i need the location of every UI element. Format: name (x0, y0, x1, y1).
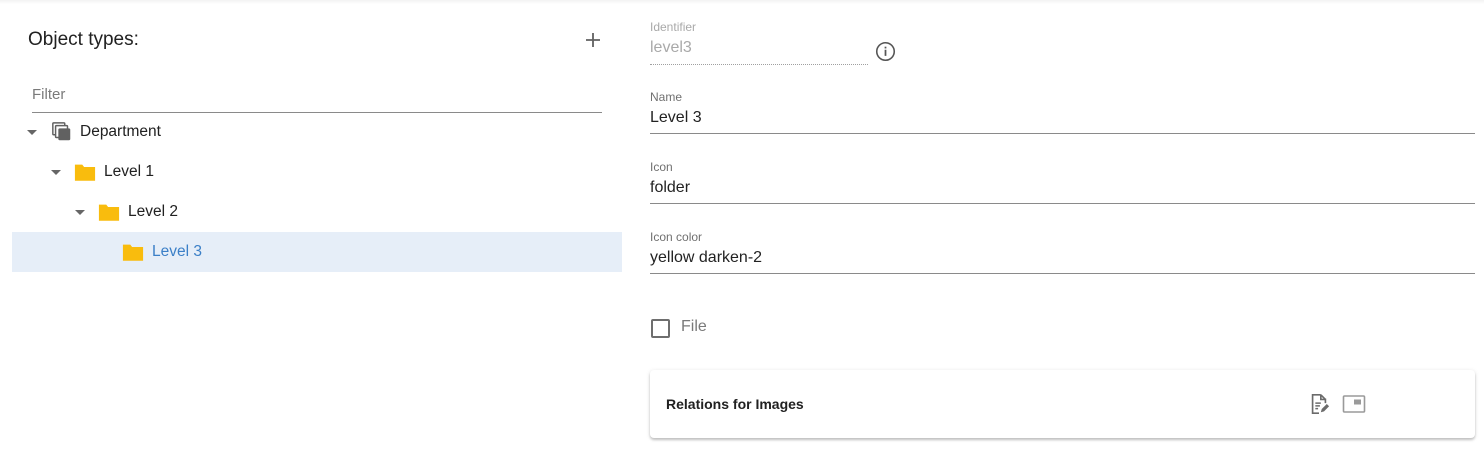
library-icon (52, 122, 71, 141)
icon-color-label: Icon color (650, 230, 703, 244)
toggle-view-button[interactable] (1342, 393, 1366, 415)
identifier-underline (650, 64, 868, 65)
filter-field[interactable] (32, 84, 602, 113)
caret-down-icon[interactable] (50, 166, 62, 178)
tree-node-level-3[interactable]: Level 3 (12, 232, 622, 272)
toggle-view-icon (1342, 395, 1366, 413)
icon-underline (650, 203, 1475, 204)
caret-down-icon[interactable] (26, 126, 38, 138)
name-label: Name (650, 90, 683, 104)
icon-color-field[interactable]: Icon color yellow darken-2 (650, 230, 1475, 274)
panel-title: Object types: (28, 29, 139, 50)
folder-icon (98, 204, 120, 221)
info-icon[interactable] (875, 41, 896, 62)
tree-node-level-1[interactable]: Level 1 (12, 152, 622, 192)
edit-document-icon (1311, 394, 1330, 414)
add-object-type-button[interactable] (581, 28, 605, 52)
tree-node-level-2[interactable]: Level 2 (12, 192, 622, 232)
icon-input[interactable]: folder (650, 179, 690, 197)
file-checkbox[interactable] (651, 319, 670, 338)
relations-title: Relations for Images (666, 396, 804, 412)
name-field[interactable]: Name Level 3 (650, 90, 1475, 134)
identifier-label: Identifier (650, 20, 697, 34)
name-input[interactable]: Level 3 (650, 109, 702, 127)
folder-icon (74, 164, 96, 181)
tree-node-label: Level 2 (128, 203, 178, 220)
file-checkbox-label: File (681, 318, 707, 335)
plus-icon (586, 33, 600, 47)
tree-node-label: Level 3 (152, 243, 202, 260)
object-types-panel: Object types: Department Level 1 (0, 0, 640, 449)
relations-card: Relations for Images (650, 370, 1475, 438)
icon-label: Icon (650, 160, 673, 174)
icon-color-input[interactable]: yellow darken-2 (650, 249, 762, 267)
tree-node-label: Level 1 (104, 163, 154, 180)
name-underline (650, 133, 1475, 134)
folder-icon (122, 244, 144, 261)
filter-input[interactable] (32, 84, 602, 103)
identifier-field: Identifier level3 (650, 20, 1475, 65)
tree-node-department[interactable]: Department (12, 112, 622, 152)
icon-field[interactable]: Icon folder (650, 160, 1475, 204)
icon-color-underline (650, 273, 1475, 274)
identifier-value: level3 (650, 39, 692, 56)
file-checkbox-row[interactable]: File (651, 318, 731, 338)
caret-down-icon[interactable] (74, 206, 86, 218)
edit-relations-button[interactable] (1308, 393, 1330, 415)
tree-node-label: Department (80, 123, 161, 140)
